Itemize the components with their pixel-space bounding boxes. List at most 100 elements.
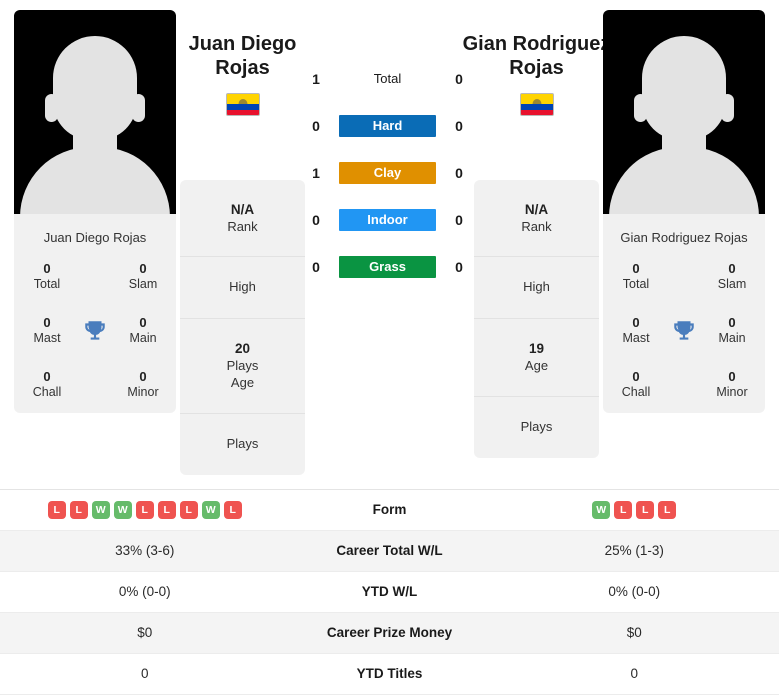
h2h-left-value: 1 <box>312 165 320 181</box>
form-badge-loss[interactable]: L <box>157 500 176 519</box>
title-stat-minor: 0 Minor <box>116 369 170 401</box>
name-line-1: Juan Diego <box>188 33 297 55</box>
row-label: Form <box>372 502 407 518</box>
right-value: 0 <box>630 666 638 682</box>
left-player-name: Juan Diego Rojas <box>189 32 297 81</box>
form-badge-loss[interactable]: L <box>135 500 154 519</box>
trophy-icon <box>74 318 116 344</box>
surface-badge-hard[interactable]: Hard <box>339 115 436 137</box>
right-player-photo <box>603 10 765 220</box>
head-to-head-column: 1 Total 0 0 Hard 0 1 Clay 0 0 Indoor 0 0 <box>305 10 470 303</box>
form-badge-loss[interactable]: L <box>614 500 633 519</box>
form-badge-loss[interactable]: L <box>636 500 655 519</box>
title-value: 0 <box>728 368 736 384</box>
form-badge-win[interactable]: W <box>91 500 110 519</box>
h2h-right-value: 0 <box>455 165 463 181</box>
title-stat-total: 0 Total <box>20 261 74 293</box>
title-value: 0 <box>43 368 51 384</box>
surface-badge-indoor[interactable]: Indoor <box>339 209 436 231</box>
title-value: 0 <box>728 314 736 330</box>
title-value: 0 <box>139 368 147 384</box>
info-label-age: Age <box>524 357 549 373</box>
form-badge-win[interactable]: W <box>592 500 611 519</box>
ecuador-flag-icon <box>519 92 554 116</box>
comparison-header: Juan Diego Rojas 0 Total 0 Slam 0 Mast 0… <box>0 0 779 475</box>
right-player-name: Gian Rodriguez Rojas <box>463 32 611 81</box>
h2h-right-value: 0 <box>455 259 463 275</box>
title-stat-slam: 0 Slam <box>705 261 759 293</box>
surface-badge-clay[interactable]: Clay <box>339 162 436 184</box>
left-player-info-column: Juan Diego Rojas N/A Rank High 20 Plays … <box>180 10 305 475</box>
left-value: $0 <box>137 625 153 641</box>
info-label: High <box>523 279 550 295</box>
title-value: 0 <box>632 368 640 384</box>
info-value: 20 <box>234 341 251 357</box>
info-row-plays: Plays <box>474 397 599 458</box>
title-label: Mast <box>33 331 61 346</box>
right-form-strip: WLLL <box>498 500 772 519</box>
left-player-info-card: N/A Rank High 20 Plays Age Plays <box>180 180 305 475</box>
row-label: Career Total W/L <box>336 543 443 559</box>
left-player-photo <box>14 10 176 220</box>
ecuador-flag-icon <box>225 92 260 116</box>
title-value: 0 <box>139 314 147 330</box>
h2h-row-clay: 1 Clay 0 <box>305 162 470 184</box>
table-row-career-total-wl: 33% (3-6) Career Total W/L 25% (1-3) <box>0 530 779 572</box>
title-value: 0 <box>43 261 51 276</box>
h2h-left-value: 0 <box>312 118 320 134</box>
title-stat-slam: 0 Slam <box>116 261 170 293</box>
table-row-career-prize-money: $0 Career Prize Money $0 <box>0 612 779 654</box>
right-value: 25% (1-3) <box>604 543 664 559</box>
title-value: 0 <box>139 261 147 276</box>
left-value: 0 <box>140 666 149 682</box>
info-value: N/A <box>524 202 549 217</box>
table-row-ytd-titles: 0 YTD Titles 0 <box>0 654 779 695</box>
form-badge-loss[interactable]: L <box>69 500 88 519</box>
form-badge-loss[interactable]: L <box>179 500 198 519</box>
right-value: 0% (0-0) <box>608 584 661 600</box>
title-label: Minor <box>716 385 748 399</box>
left-value: 0% (0-0) <box>118 584 171 600</box>
title-label: Total <box>33 277 61 292</box>
title-label: Chall <box>621 385 651 399</box>
title-label: Main <box>718 331 746 346</box>
title-label: Slam <box>128 277 158 292</box>
info-label: Plays <box>226 357 259 373</box>
right-player-name-block: Gian Rodriguez Rojas <box>463 10 610 180</box>
h2h-surface-label: Total <box>373 71 402 86</box>
right-value: $0 <box>626 625 642 641</box>
title-stat-minor: 0 Minor <box>705 369 759 401</box>
player-placeholder-silhouette-icon <box>20 20 170 220</box>
right-player-titles-card: Gian Rodriguez Rojas 0 Total 0 Slam 0 Ma… <box>603 220 765 413</box>
form-badge-loss[interactable]: L <box>658 500 677 519</box>
info-row-high: High <box>474 257 599 320</box>
form-badge-win[interactable]: W <box>201 500 220 519</box>
form-badge-loss[interactable]: L <box>223 500 242 519</box>
h2h-right-value: 0 <box>455 212 463 228</box>
title-label: Main <box>129 331 157 346</box>
surface-badge-grass[interactable]: Grass <box>339 256 436 278</box>
title-stat-total: 0 Total <box>609 261 663 293</box>
row-label: YTD W/L <box>361 584 418 600</box>
h2h-right-value: 0 <box>455 118 463 134</box>
right-form-cell: WLLL <box>490 500 779 519</box>
title-stat-main: 0 Main <box>116 315 170 347</box>
form-badge-win[interactable]: W <box>113 500 132 519</box>
title-stat-chall: 0 Chall <box>20 369 74 401</box>
right-player-card-name: Gian Rodriguez Rojas <box>620 230 748 245</box>
player-placeholder-silhouette-icon <box>609 20 759 220</box>
h2h-row-total: 1 Total 0 <box>305 68 470 90</box>
title-label: Minor <box>127 385 159 399</box>
comparison-stats-table: LLWWLLLWL Form WLLL 33% (3-6) Career Tot… <box>0 488 779 695</box>
left-player-name-block: Juan Diego Rojas <box>180 10 305 180</box>
left-player-card-name: Juan Diego Rojas <box>43 230 147 245</box>
info-label: Plays <box>520 418 553 434</box>
right-player-info-column: Gian Rodriguez Rojas N/A Rank High 19 Ag… <box>463 10 610 458</box>
form-badge-loss[interactable]: L <box>47 500 66 519</box>
h2h-left-value: 1 <box>312 71 320 87</box>
left-form-cell: LLWWLLLWL <box>0 500 290 519</box>
title-value: 0 <box>728 261 736 276</box>
info-value: 19 <box>528 341 545 357</box>
title-label: Chall <box>32 385 62 399</box>
title-label: Mast <box>622 331 650 346</box>
